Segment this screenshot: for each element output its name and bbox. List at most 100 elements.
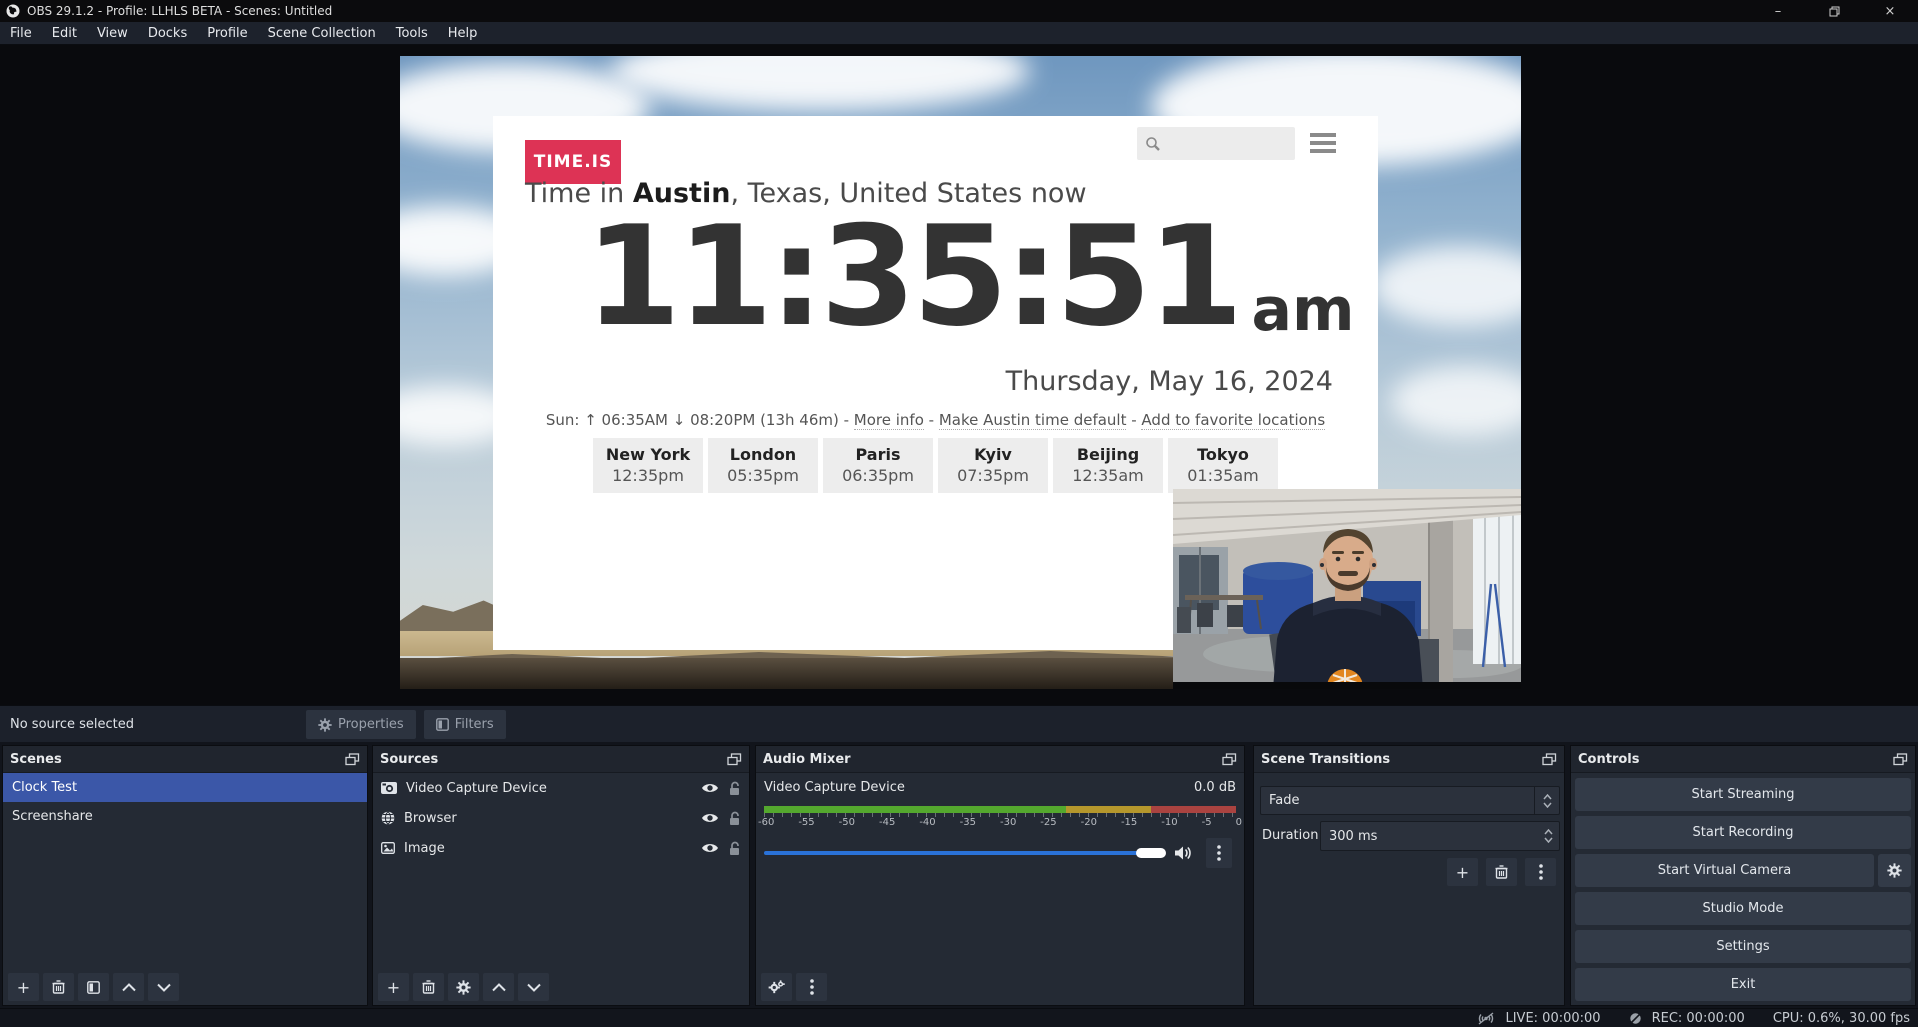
virtual-camera-config-button[interactable] <box>1878 854 1911 887</box>
hamburger-menu-icon <box>1310 133 1336 153</box>
close-button[interactable]: × <box>1862 0 1918 22</box>
more-info-link: More info <box>854 411 924 430</box>
volume-slider[interactable] <box>764 851 1164 855</box>
popout-icon[interactable] <box>1542 753 1557 766</box>
page-date: Thursday, May 16, 2024 <box>1006 366 1333 397</box>
menu-docks[interactable]: Docks <box>138 22 197 44</box>
start-virtual-camera-button[interactable]: Start Virtual Camera <box>1575 854 1874 887</box>
menu-profile[interactable]: Profile <box>197 22 257 44</box>
menu-view[interactable]: View <box>87 22 138 44</box>
properties-button[interactable]: Properties <box>306 710 416 739</box>
volume-slider-handle[interactable] <box>1136 848 1166 858</box>
add-scene-button[interactable]: + <box>8 973 39 1001</box>
city-card: Paris06:35pm <box>823 438 933 493</box>
preview-area: TIME.IS Time in Austin, Texas, United St… <box>0 45 1918 705</box>
move-source-up-button[interactable] <box>483 973 514 1001</box>
timeis-search-input <box>1137 127 1295 160</box>
unlock-icon[interactable] <box>728 811 741 826</box>
city-card: New York12:35pm <box>593 438 703 493</box>
sources-panel: Sources Video Capture Device Browser Ima… <box>372 745 750 1006</box>
scene-item-clock-test[interactable]: Clock Test <box>3 773 367 802</box>
remove-source-button[interactable] <box>413 973 444 1001</box>
add-source-button[interactable]: + <box>378 973 409 1001</box>
eye-icon[interactable] <box>701 812 719 824</box>
vertical-dots-icon <box>1217 845 1221 861</box>
move-scene-down-button[interactable] <box>148 973 179 1001</box>
search-icon <box>1145 136 1161 152</box>
menu-edit[interactable]: Edit <box>42 22 87 44</box>
menu-scene-collection[interactable]: Scene Collection <box>258 22 386 44</box>
menu-help[interactable]: Help <box>438 22 488 44</box>
stream-inactive-icon <box>1477 1012 1495 1025</box>
source-row-video-capture[interactable]: Video Capture Device <box>373 773 749 803</box>
chevron-up-icon <box>122 983 136 992</box>
move-scene-up-button[interactable] <box>113 973 144 1001</box>
advanced-audio-button[interactable] <box>761 973 792 1001</box>
source-status-text: No source selected <box>10 717 134 732</box>
status-bar: LIVE: 00:00:00 REC: 00:00:00 CPU: 0.6%, … <box>0 1008 1918 1027</box>
menu-bar: File Edit View Docks Profile Scene Colle… <box>0 22 1918 45</box>
image-icon <box>381 842 395 854</box>
chevron-up-icon <box>492 983 506 992</box>
add-transition-button[interactable]: + <box>1447 858 1478 886</box>
obs-window: OBS 29.1.2 - Profile: LLHLS BETA - Scene… <box>0 0 1918 1027</box>
popout-icon[interactable] <box>345 753 360 766</box>
webcam-video <box>1173 489 1521 689</box>
start-recording-button[interactable]: Start Recording <box>1575 816 1911 849</box>
controls-title: Controls <box>1578 752 1639 767</box>
camera-icon <box>381 782 397 794</box>
clock: 11:35:51 am <box>585 208 1355 346</box>
title-bar: OBS 29.1.2 - Profile: LLHLS BETA - Scene… <box>0 0 1918 22</box>
studio-mode-button[interactable]: Studio Mode <box>1575 892 1911 925</box>
cpu-fps-stats: CPU: 0.6%, 30.00 fps <box>1773 1011 1910 1026</box>
popout-icon[interactable] <box>1893 753 1908 766</box>
remove-scene-button[interactable] <box>43 973 74 1001</box>
scene-item-screenshare[interactable]: Screenshare <box>3 802 367 831</box>
preview-canvas[interactable]: TIME.IS Time in Austin, Texas, United St… <box>400 56 1521 689</box>
audio-mixer-panel: Audio Mixer Video Capture Device 0.0 dB … <box>755 745 1245 1006</box>
trash-icon <box>1495 865 1508 879</box>
chevron-down-icon <box>1544 837 1553 843</box>
menu-file[interactable]: File <box>0 22 42 44</box>
webcam-source[interactable] <box>1173 489 1521 689</box>
scene-filters-button[interactable] <box>78 973 109 1001</box>
chevron-up-icon <box>1544 829 1553 835</box>
globe-icon <box>381 811 395 825</box>
restore-button[interactable] <box>1806 0 1862 22</box>
remove-transition-button[interactable] <box>1486 858 1517 886</box>
source-row-browser[interactable]: Browser <box>373 803 749 833</box>
popout-icon[interactable] <box>727 753 742 766</box>
unlock-icon[interactable] <box>728 781 741 796</box>
world-cities-row: New York12:35pm London05:35pm Paris06:35… <box>493 438 1378 493</box>
scene-transitions-title: Scene Transitions <box>1261 752 1390 767</box>
filters-button[interactable]: Filters <box>424 710 506 739</box>
source-row-image[interactable]: Image <box>373 833 749 863</box>
trash-icon <box>52 980 65 994</box>
transition-properties-button[interactable] <box>1525 858 1556 886</box>
make-default-link: Make Austin time default <box>939 411 1127 430</box>
popout-icon[interactable] <box>1222 753 1237 766</box>
transition-select[interactable]: Fade <box>1260 786 1560 815</box>
filter-icon <box>87 981 100 994</box>
scenes-title: Scenes <box>10 752 62 767</box>
source-properties-button[interactable] <box>448 973 479 1001</box>
mixer-channel-name: Video Capture Device <box>764 780 905 795</box>
source-toolbar: No source selected Properties Filters <box>0 705 1918 743</box>
start-streaming-button[interactable]: Start Streaming <box>1575 778 1911 811</box>
exit-button[interactable]: Exit <box>1575 968 1911 1001</box>
speaker-icon[interactable] <box>1174 845 1192 861</box>
move-source-down-button[interactable] <box>518 973 549 1001</box>
clock-ampm: am <box>1252 280 1355 340</box>
eye-icon[interactable] <box>701 842 719 854</box>
eye-icon[interactable] <box>701 782 719 794</box>
unlock-icon[interactable] <box>728 841 741 856</box>
sources-title: Sources <box>380 752 438 767</box>
window-title: OBS 29.1.2 - Profile: LLHLS BETA - Scene… <box>27 4 332 18</box>
cloud <box>1391 366 1521 436</box>
minimize-button[interactable]: – <box>1750 0 1806 22</box>
menu-tools[interactable]: Tools <box>386 22 438 44</box>
mixer-channel-menu-button[interactable] <box>1206 838 1232 868</box>
settings-button[interactable]: Settings <box>1575 930 1911 963</box>
mixer-menu-button[interactable] <box>796 973 827 1001</box>
duration-spinner[interactable]: 300 ms <box>1320 821 1560 851</box>
